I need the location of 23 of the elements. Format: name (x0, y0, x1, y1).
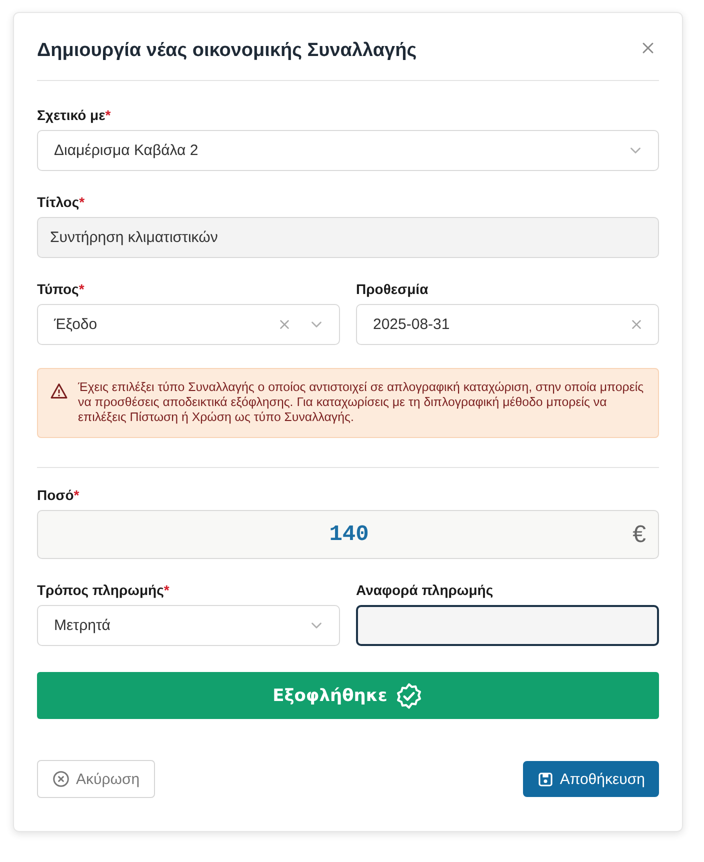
field-label: Τύπος* (37, 281, 86, 297)
select-field: Έξοδο (37, 304, 340, 345)
clear-icon (629, 317, 644, 332)
cancel-circle-icon (52, 770, 70, 788)
amount-field: 140 € (37, 510, 659, 559)
field-label: Τρόπος πληρωμής* (37, 582, 170, 598)
field-label: Προθεσμία (356, 281, 430, 297)
field-label: Σχετικό με* (37, 107, 112, 123)
clear-icon (277, 317, 292, 332)
select-field: Διαμέρισμα Καβάλα 2 (37, 130, 659, 171)
input-field: Συντήρηση κλιματιστικών (37, 217, 659, 258)
select-field: Μετρητά (37, 605, 340, 646)
check-badge-icon (395, 682, 424, 710)
date-field: 2025-08-31 (356, 304, 659, 345)
cancel-button[interactable]: Ακύρωση (37, 760, 155, 798)
field-label: Τίτλος* (37, 194, 86, 210)
dialog-title: Δημιουργία νέας οικονομικής Συναλλαγής (37, 38, 417, 62)
alert-message: Έχεις επιλέξει τύπο Συναλλαγής ο οποίος αντιστοιχεί σε απλογραφική καταχώριση, στην οποία μπορείς να προσθέσεις αποδεικτικά εξόφλησης. Για καταχωρίσεις με τη διπλογραφική μέθοδο μπορείς να επιλέξεις Πίστωση ή Χρώση ως τύπο Συναλλαγής. (78, 380, 645, 425)
field-label: Αναφορά πληρωμής (356, 582, 494, 598)
paid-status-button[interactable]: Εξοφλήθηκε (37, 672, 659, 719)
field-label: Ποσό* (37, 487, 80, 503)
warning-icon (50, 382, 68, 400)
save-button[interactable]: Αποθήκευση (522, 761, 659, 797)
